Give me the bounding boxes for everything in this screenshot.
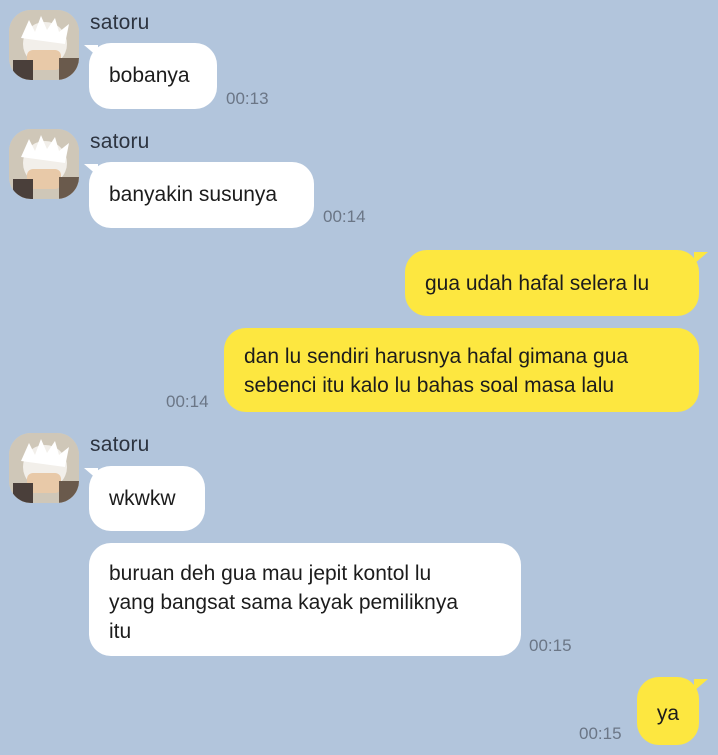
bubble-tail: [694, 252, 708, 264]
message-time: 00:13: [226, 89, 269, 108]
message-bubble[interactable]: buruan deh gua mau jepit kontol lu yang …: [89, 543, 521, 656]
message-time: 00:14: [166, 392, 209, 411]
sender-name: satoru: [90, 11, 150, 34]
sender-name: satoru: [90, 433, 150, 456]
message-bubble[interactable]: gua udah hafal selera lu: [405, 250, 699, 316]
sender-name: satoru: [90, 130, 150, 153]
message-bubble[interactable]: ya: [637, 677, 699, 745]
message-bubble[interactable]: dan lu sendiri harusnya hafal gimana gua…: [224, 328, 699, 412]
contact-avatar-icon[interactable]: [9, 10, 79, 80]
message-time: 00:15: [579, 724, 622, 743]
message-time: 00:14: [323, 207, 366, 226]
message-bubble[interactable]: banyakin susunya: [89, 162, 314, 228]
bubble-tail: [694, 679, 708, 691]
message-bubble[interactable]: bobanya: [89, 43, 217, 109]
contact-avatar-icon[interactable]: [9, 129, 79, 199]
message-time: 00:15: [529, 636, 572, 655]
contact-avatar-icon[interactable]: [9, 433, 79, 503]
message-bubble[interactable]: wkwkw: [89, 466, 205, 531]
